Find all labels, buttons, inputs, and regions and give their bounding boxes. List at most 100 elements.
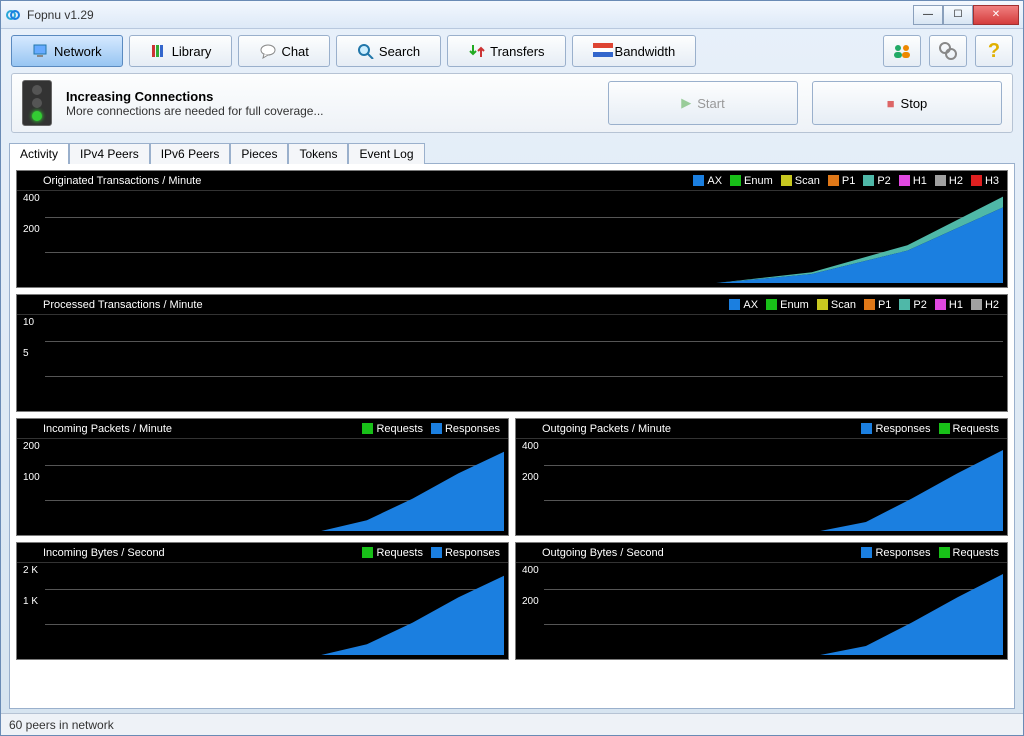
ytick-label: 100 bbox=[23, 472, 40, 483]
legend-swatch bbox=[817, 299, 828, 310]
legend-item: Responses bbox=[431, 547, 500, 559]
app-icon bbox=[5, 7, 21, 23]
subtab-pieces[interactable]: Pieces bbox=[230, 143, 288, 164]
legend-swatch bbox=[431, 547, 442, 558]
plot-area bbox=[546, 441, 1003, 531]
tab-label: Chat bbox=[281, 44, 308, 59]
users-button[interactable] bbox=[883, 35, 921, 67]
legend-swatch bbox=[729, 299, 740, 310]
chart-ibs: Incoming Bytes / Second Requests Responses… bbox=[16, 542, 509, 660]
legend-label: Requests bbox=[376, 547, 422, 559]
chart-title: Incoming Packets / Minute bbox=[25, 423, 362, 435]
legend-label: P2 bbox=[913, 299, 926, 311]
y-axis-labels: 2 K 1 K bbox=[23, 565, 38, 607]
titlebar: Fopnu v1.29 — ☐ ✕ bbox=[1, 1, 1023, 29]
tab-search[interactable]: Search bbox=[336, 35, 441, 67]
legend-item: H3 bbox=[971, 175, 999, 187]
legend-label: Scan bbox=[795, 175, 820, 187]
tab-network[interactable]: Network bbox=[11, 35, 123, 67]
tab-chat[interactable]: Chat bbox=[238, 35, 329, 67]
legend-item: Requests bbox=[362, 423, 422, 435]
tab-transfers[interactable]: Transfers bbox=[447, 35, 565, 67]
subtab-activity[interactable]: Activity bbox=[9, 143, 69, 164]
ytick-label: 400 bbox=[522, 441, 539, 452]
subtab-event-log[interactable]: Event Log bbox=[348, 143, 424, 164]
legend-label: AX bbox=[707, 175, 722, 187]
legend-label: AX bbox=[743, 299, 758, 311]
chart-title: Outgoing Packets / Minute bbox=[524, 423, 861, 435]
y-axis-labels: 400 200 bbox=[23, 193, 40, 235]
legend-item: P2 bbox=[863, 175, 890, 187]
search-icon bbox=[357, 43, 373, 59]
legend-item: Responses bbox=[861, 423, 930, 435]
window-controls: — ☐ ✕ bbox=[913, 5, 1019, 25]
legend-label: Requests bbox=[376, 423, 422, 435]
chart-legend: Requests Responses bbox=[362, 423, 500, 435]
stop-button[interactable]: ■ Stop bbox=[812, 81, 1002, 125]
ytick-label: 2 K bbox=[23, 565, 38, 576]
maximize-button[interactable]: ☐ bbox=[943, 5, 973, 25]
legend-label: P2 bbox=[877, 175, 890, 187]
stop-icon: ■ bbox=[887, 96, 895, 111]
ytick-label: 200 bbox=[23, 224, 40, 235]
ytick-label: 200 bbox=[522, 472, 539, 483]
plot-area bbox=[546, 565, 1003, 655]
legend-item: Responses bbox=[431, 423, 500, 435]
ytick-label: 1 K bbox=[23, 596, 38, 607]
legend-item: Requests bbox=[939, 423, 999, 435]
tab-library[interactable]: Library bbox=[129, 35, 233, 67]
minimize-button[interactable]: — bbox=[913, 5, 943, 25]
plot-area bbox=[47, 317, 1003, 407]
legend-label: Requests bbox=[953, 547, 999, 559]
plot-area bbox=[47, 441, 504, 531]
legend-item: P1 bbox=[864, 299, 891, 311]
status-panel: Increasing Connections More connections … bbox=[11, 73, 1013, 133]
legend-label: Enum bbox=[744, 175, 773, 187]
chart-header: Incoming Bytes / Second Requests Responses bbox=[17, 543, 508, 563]
legend-swatch bbox=[939, 423, 950, 434]
settings-button[interactable] bbox=[929, 35, 967, 67]
legend-swatch bbox=[828, 175, 839, 186]
tab-label: Bandwidth bbox=[615, 44, 676, 59]
statusbar: 60 peers in network bbox=[1, 713, 1023, 735]
status-text: Increasing Connections More connections … bbox=[66, 89, 594, 118]
chat-icon bbox=[259, 43, 275, 59]
subtab-ipv6-peers[interactable]: IPv6 Peers bbox=[150, 143, 231, 164]
ytick-label: 400 bbox=[23, 193, 40, 204]
chart-title: Originated Transactions / Minute bbox=[25, 175, 693, 187]
chart-header: Outgoing Bytes / SecondResponsesRequests bbox=[516, 543, 1007, 563]
bandwidth-icon bbox=[593, 43, 609, 59]
subtab-ipv4-peers[interactable]: IPv4 Peers bbox=[69, 143, 150, 164]
chart-title: Processed Transactions / Minute bbox=[25, 299, 729, 311]
legend-item: H2 bbox=[935, 175, 963, 187]
chart-header: Incoming Packets / Minute Requests Respons… bbox=[17, 419, 508, 439]
legend-swatch bbox=[899, 175, 910, 186]
start-button[interactable]: ▶ Start bbox=[608, 81, 798, 125]
legend-label: Responses bbox=[875, 547, 930, 559]
chart-obs: Outgoing Bytes / SecondResponsesRequests… bbox=[515, 542, 1008, 660]
subtab-tokens[interactable]: Tokens bbox=[288, 143, 348, 164]
chart-title: Incoming Bytes / Second bbox=[25, 547, 362, 559]
legend-swatch bbox=[861, 423, 872, 434]
y-axis-labels: 400 200 bbox=[522, 441, 539, 483]
legend-item: Responses bbox=[861, 547, 930, 559]
legend-swatch bbox=[971, 175, 982, 186]
chart-header: Originated Transactions / Minute AX Enum Sc… bbox=[17, 171, 1007, 191]
chart-legend: AXEnumScanP1P2H1H2H3 bbox=[693, 175, 999, 187]
legend-swatch bbox=[693, 175, 704, 186]
legend-swatch bbox=[863, 175, 874, 186]
stop-label: Stop bbox=[901, 96, 928, 111]
chart-proc: Processed Transactions / MinuteAXEnumSca… bbox=[16, 294, 1008, 412]
legend-item: AX bbox=[729, 299, 758, 311]
legend-item: Requests bbox=[362, 547, 422, 559]
window-title: Fopnu v1.29 bbox=[27, 8, 913, 22]
legend-label: Responses bbox=[875, 423, 930, 435]
legend-label: H1 bbox=[949, 299, 963, 311]
close-button[interactable]: ✕ bbox=[973, 5, 1019, 25]
transfers-icon bbox=[468, 43, 484, 59]
network-icon bbox=[32, 43, 48, 59]
activity-panel: Originated Transactions / Minute AX Enum Sc… bbox=[9, 163, 1015, 709]
help-button[interactable]: ? bbox=[975, 35, 1013, 67]
chart-orig: Originated Transactions / Minute AX Enum Sc… bbox=[16, 170, 1008, 288]
tab-bandwidth[interactable]: Bandwidth bbox=[572, 35, 697, 67]
